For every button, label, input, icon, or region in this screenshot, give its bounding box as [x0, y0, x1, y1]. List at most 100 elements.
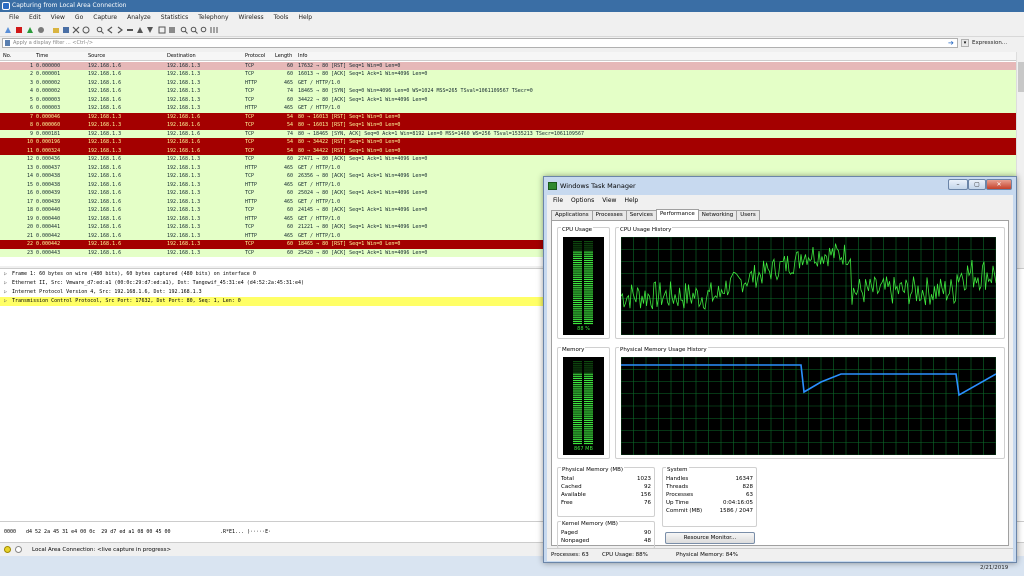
menu-analyze[interactable]: Analyze — [122, 12, 156, 23]
shark-fin-start-icon[interactable] — [4, 26, 12, 34]
menu-go[interactable]: Go — [70, 12, 88, 23]
packet-row[interactable]: 7 0.000046 192.168.1.3 192.168.1.6 TCP 54 80 →… — [0, 112, 1016, 121]
tm-menu-help[interactable]: Help — [620, 195, 642, 206]
normal-size-icon[interactable] — [200, 26, 208, 34]
resource-monitor-button[interactable]: Resource Monitor... — [665, 532, 755, 544]
tab-networking[interactable]: Networking — [697, 210, 738, 220]
packet-cell-no: 2 — [29, 71, 33, 77]
expression-button[interactable]: Expression... — [972, 38, 1007, 48]
go-to-packet-icon[interactable] — [126, 26, 134, 34]
tab-applications[interactable]: Applications — [551, 210, 593, 220]
packet-row[interactable]: 1 0.000000 192.168.1.6 192.168.1.3 TCP 60 1763… — [0, 61, 1016, 70]
packet-row[interactable]: 4 0.000002 192.168.1.6 192.168.1.3 TCP 74 1846… — [0, 87, 1016, 96]
packet-row[interactable]: 13 0.000437 192.168.1.6 192.168.1.3 HTTP 465 G… — [0, 163, 1016, 172]
zoom-out-icon[interactable] — [190, 26, 198, 34]
memory-meter-segment — [573, 363, 582, 365]
tab-processes[interactable]: Processes — [591, 210, 627, 220]
scrollbar-thumb[interactable] — [1018, 62, 1024, 92]
memory-meter: 867 MB — [563, 357, 604, 455]
memory-meter-segment — [573, 396, 582, 398]
column-header-time[interactable]: Time — [36, 52, 48, 61]
menu-telephony[interactable]: Telephony — [193, 12, 233, 23]
menu-tools[interactable]: Tools — [269, 12, 294, 23]
maximize-button[interactable]: ▢ — [968, 179, 986, 190]
menu-help[interactable]: Help — [293, 12, 317, 23]
restart-capture-icon[interactable] — [26, 26, 34, 34]
cpu-meter-segment — [584, 285, 593, 287]
packet-cell-length: 54 — [286, 139, 293, 145]
menu-view[interactable]: View — [46, 12, 70, 23]
close-button[interactable]: ✕ — [986, 179, 1012, 190]
tm-menu-file[interactable]: File — [549, 195, 567, 206]
tab-services[interactable]: Services — [625, 210, 657, 220]
close-file-icon[interactable] — [72, 26, 80, 34]
go-back-icon[interactable] — [106, 26, 114, 34]
packet-row[interactable]: 5 0.000003 192.168.1.6 192.168.1.3 TCP 60 3442… — [0, 95, 1016, 104]
find-packet-icon[interactable] — [96, 26, 104, 34]
memory-meter-segment — [573, 428, 582, 430]
apply-filter-arrow-icon[interactable]: ➔ — [948, 39, 956, 47]
bookmark-icon[interactable] — [5, 40, 10, 46]
expand-arrow-icon[interactable]: ▷ — [4, 270, 7, 279]
capture-comment-icon[interactable] — [15, 546, 22, 553]
tm-menu-view[interactable]: View — [598, 195, 620, 206]
packet-cell-time: 0.000440 — [36, 207, 61, 213]
bytes-ascii: .R*E1... )·····E· — [220, 529, 272, 535]
packet-cell-time: 0.000441 — [36, 224, 61, 230]
detail-text: Frame 1: 60 bytes on wire (480 bits), 60… — [12, 271, 256, 277]
colorize-icon[interactable] — [168, 26, 176, 34]
reload-icon[interactable] — [82, 26, 90, 34]
save-file-icon[interactable] — [62, 26, 70, 34]
packet-cell-length: 60 — [286, 71, 293, 77]
column-header-source[interactable]: Source — [88, 52, 105, 61]
packet-cell-destination: 192.168.1.3 — [167, 249, 201, 256]
menu-file[interactable]: File — [4, 12, 24, 23]
expand-arrow-icon[interactable]: ▷ — [4, 288, 7, 297]
menu-statistics[interactable]: Statistics — [156, 12, 193, 23]
taskbar-clock[interactable]: 2/21/2019 — [980, 565, 1008, 571]
menu-edit[interactable]: Edit — [24, 12, 46, 23]
packet-row[interactable]: 8 0.000060 192.168.1.3 192.168.1.6 TCP 54 80 →… — [0, 121, 1016, 130]
cpu-meter-segment — [584, 283, 593, 285]
packet-row[interactable]: 6 0.000003 192.168.1.6 192.168.1.3 HTTP 465 GE… — [0, 104, 1016, 113]
packet-row[interactable]: 12 0.000436 192.168.1.6 192.168.1.3 TCP 60 274… — [0, 155, 1016, 164]
packet-row[interactable]: 9 0.000181 192.168.1.3 192.168.1.6 TCP 74 80 →… — [0, 129, 1016, 138]
expand-arrow-icon[interactable]: ▷ — [4, 297, 7, 306]
display-filter-input[interactable]: Apply a display filter ... <Ctrl-/> — [2, 38, 958, 48]
column-header-destination[interactable]: Destination — [167, 52, 196, 61]
zoom-in-icon[interactable] — [180, 26, 188, 34]
tab-users[interactable]: Users — [736, 210, 760, 220]
packet-row[interactable]: 3 0.000002 192.168.1.6 192.168.1.3 HTTP 465 GE… — [0, 78, 1016, 87]
memory-history-label: Physical Memory Usage History — [619, 347, 708, 353]
resize-columns-icon[interactable] — [210, 26, 218, 34]
packet-cell-time: 0.000002 — [36, 88, 61, 94]
autoscroll-icon[interactable] — [158, 26, 166, 34]
first-packet-icon[interactable] — [136, 26, 144, 34]
tm-menu-options[interactable]: Options — [567, 195, 598, 206]
packet-row[interactable]: 11 0.000324 192.168.1.3 192.168.1.6 TCP 54 80 … — [0, 146, 1016, 155]
packet-cell-time: 0.000438 — [36, 181, 61, 188]
capture-options-icon[interactable] — [37, 26, 45, 34]
column-header-no[interactable]: No. — [3, 52, 11, 61]
packet-list-scrollbar[interactable] — [1016, 52, 1024, 266]
filter-dropdown-icon[interactable]: ▾ — [961, 39, 969, 47]
expand-arrow-icon[interactable]: ▷ — [4, 279, 7, 288]
column-header-length[interactable]: Length — [275, 52, 292, 61]
go-forward-icon[interactable] — [116, 26, 124, 34]
packet-cell-protocol: TCP — [245, 190, 255, 196]
stop-capture-icon[interactable] — [15, 26, 23, 34]
memory-meter-segment — [584, 369, 593, 371]
packet-cell-time: 0.000442 — [36, 241, 61, 247]
expert-info-icon[interactable] — [4, 546, 11, 553]
column-header-info[interactable]: Info — [298, 52, 307, 61]
packet-row[interactable]: 10 0.000196 192.168.1.3 192.168.1.6 TCP 54 80 … — [0, 138, 1016, 147]
open-file-icon[interactable] — [52, 26, 60, 34]
menu-capture[interactable]: Capture — [88, 12, 122, 23]
column-header-protocol[interactable]: Protocol — [245, 52, 265, 61]
memory-meter-segment — [573, 398, 582, 400]
last-packet-icon[interactable] — [146, 26, 154, 34]
menu-wireless[interactable]: Wireless — [234, 12, 269, 23]
minimize-button[interactable]: – — [948, 179, 968, 190]
packet-row[interactable]: 2 0.000001 192.168.1.6 192.168.1.3 TCP 60 1601… — [0, 70, 1016, 79]
tab-performance[interactable]: Performance — [655, 209, 699, 220]
